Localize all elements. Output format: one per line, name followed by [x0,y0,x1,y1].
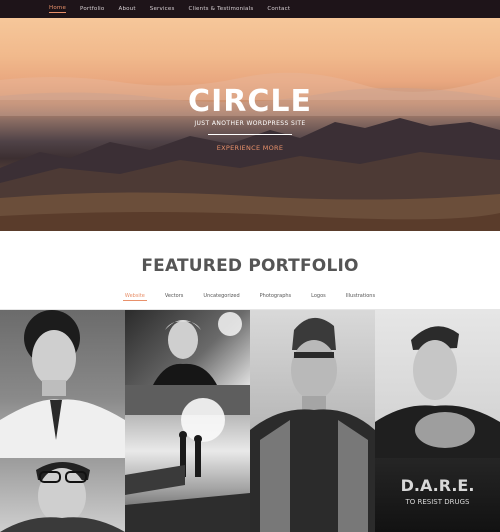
filter-uncategorized[interactable]: Uncategorized [201,292,241,301]
filter-illustrations[interactable]: Illustrations [344,292,377,301]
portfolio-filters: Website Vectors Uncategorized Photograph… [0,292,500,301]
hero-title: CIRCLE [188,84,312,119]
dare-subtext: TO RESIST DRUGS [405,498,470,506]
tile-glasses-man[interactable] [0,458,125,532]
nav-contact[interactable]: Contact [267,6,290,12]
nav-services[interactable]: Services [150,6,175,12]
portfolio-grid: D.A.R.E. TO RESIST DRUGS [0,310,500,532]
filter-vectors[interactable]: Vectors [163,292,186,301]
nav-about[interactable]: About [118,6,135,12]
tile-woman-portrait[interactable] [125,310,250,385]
tile-short-hair-man[interactable] [375,310,500,458]
dare-text: D.A.R.E. [400,476,475,495]
hero-subtitle: JUST ANOTHER WORDPRESS SITE [194,120,306,127]
nav-clients[interactable]: Clients & Testimonials [189,6,254,12]
tile-curly-hair-man[interactable] [0,310,125,458]
hero-banner: CIRCLE JUST ANOTHER WORDPRESS SITE EXPER… [0,18,500,231]
tile-couple-silhouette[interactable] [125,385,250,532]
filter-photographs[interactable]: Photographs [258,292,294,301]
tile-beanie-man[interactable] [250,310,375,532]
tile-dare-shirt[interactable]: D.A.R.E. TO RESIST DRUGS [375,458,500,532]
experience-more-button[interactable]: EXPERIENCE MORE [0,144,500,152]
filter-logos[interactable]: Logos [309,292,328,301]
portfolio-title: FEATURED PORTFOLIO [141,256,359,276]
nav-home[interactable]: Home [49,5,67,13]
top-nav: Home Portfolio About Services Clients & … [0,0,500,18]
nav-portfolio[interactable]: Portfolio [80,6,104,12]
filter-website[interactable]: Website [122,292,147,301]
hero-divider [208,134,292,135]
